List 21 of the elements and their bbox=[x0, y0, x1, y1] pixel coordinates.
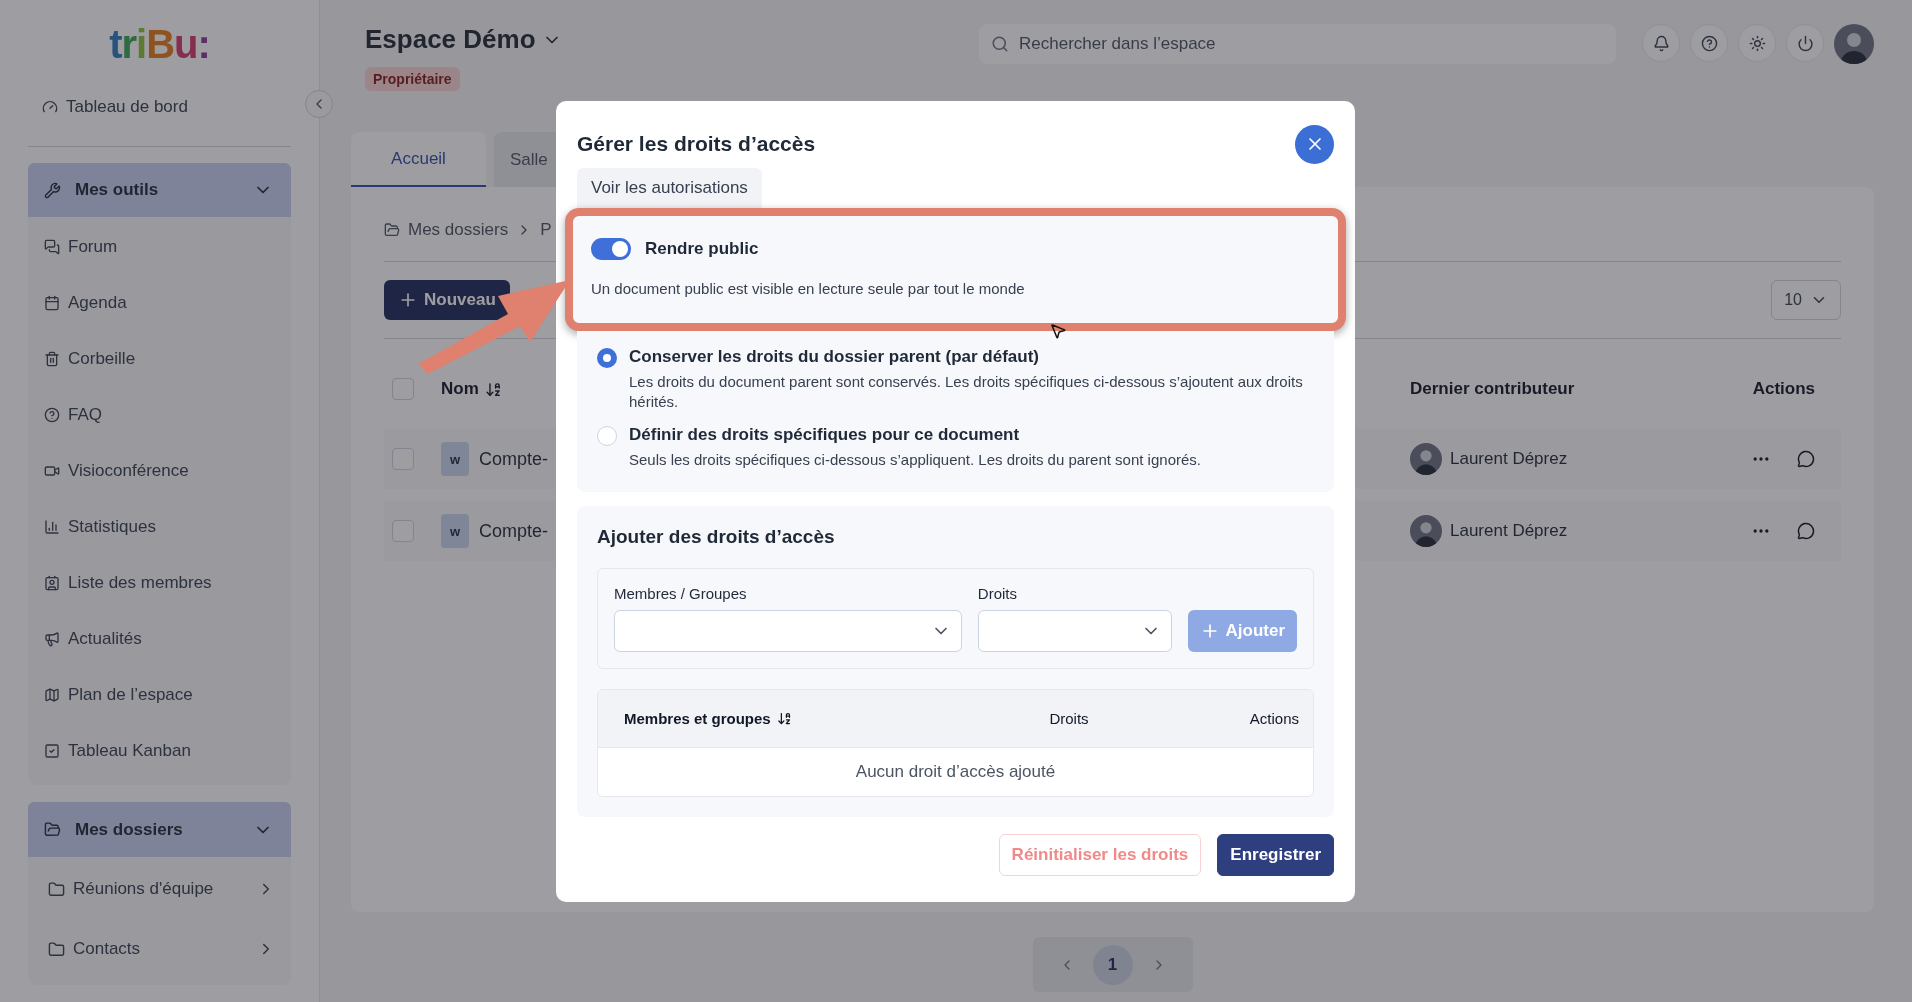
field-label: Membres / Groupes bbox=[614, 584, 748, 602]
toggle-label: Rendre public bbox=[645, 239, 759, 259]
logo: triBu: bbox=[108, 20, 211, 68]
option-title: Définir des droits spécifiques pour ce document bbox=[629, 424, 1021, 445]
option-description: Les droits du document parent sont conservés. Les droits spécifiques ci-dessous s’ajoutent aux droits hérités. bbox=[629, 372, 1304, 413]
column-header: Dernier contributeur bbox=[1410, 379, 1576, 399]
role-badge: Propriétaire bbox=[365, 67, 460, 91]
empty-message: Aucun droit d’accès ajouté bbox=[598, 747, 1313, 796]
option-description: Seuls les droits spécifiques ci-dessous s’appliquent. Les droits du parent sont ignorés. bbox=[629, 449, 1201, 470]
file-type-badge: w bbox=[441, 442, 469, 476]
contributor-name: Laurent Déprez bbox=[1450, 521, 1568, 541]
option-title: Conserver les droits du dossier parent (par défaut) bbox=[629, 347, 1040, 367]
section-title: Ajouter des droits d’accès bbox=[597, 525, 836, 548]
contributor-name: Laurent Déprez bbox=[1450, 449, 1568, 469]
column-header: Actions bbox=[1751, 379, 1816, 399]
column-header: Droits bbox=[1048, 709, 1090, 727]
file-type-badge: w bbox=[441, 514, 469, 548]
dialog-title: Gérer les droits d’accès bbox=[577, 132, 816, 156]
toggle-description: Un document public est visible en lecture seule par tout le monde bbox=[591, 280, 1025, 297]
field-label: Droits bbox=[977, 584, 1018, 602]
column-header: Actions bbox=[1248, 709, 1299, 727]
